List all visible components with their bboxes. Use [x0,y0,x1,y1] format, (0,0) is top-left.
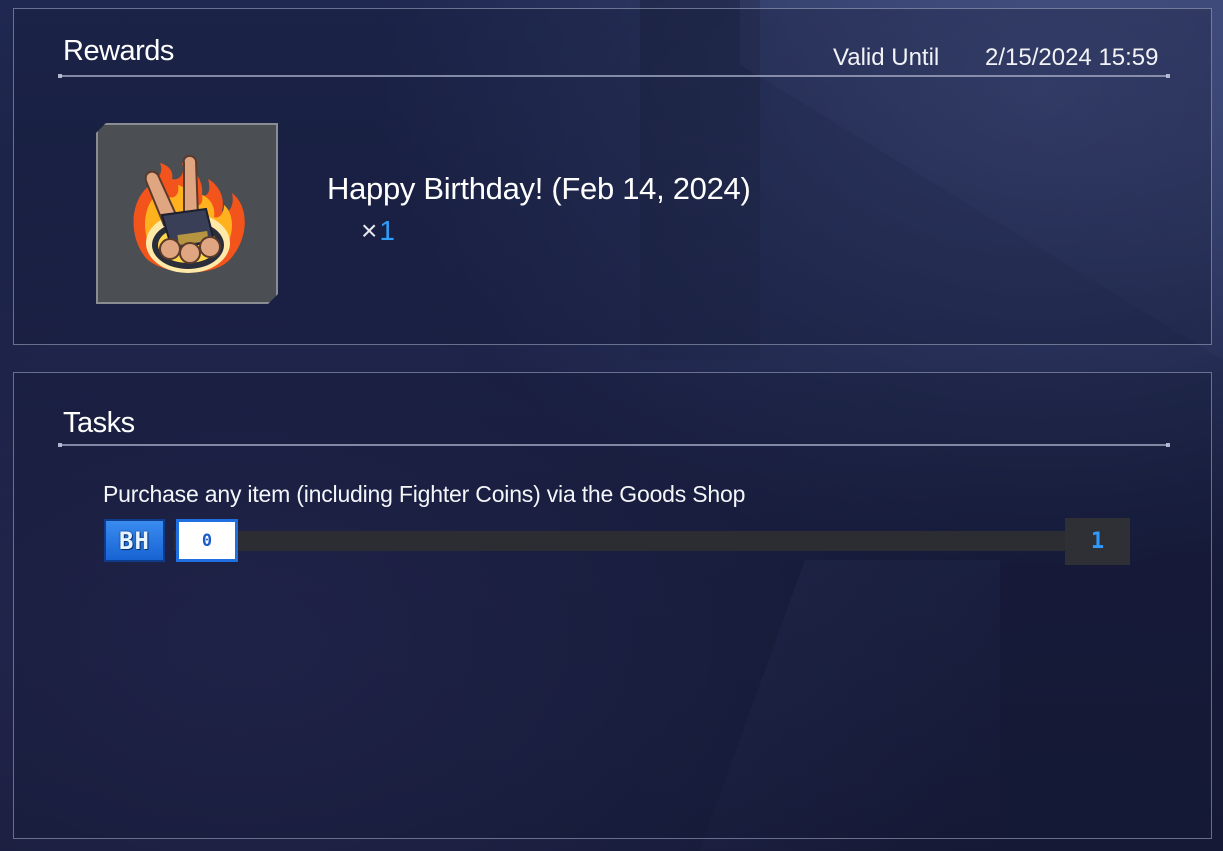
reward-item-quantity: ×1 [361,215,395,247]
peace-sign-fire-icon [120,145,254,282]
task-description: Purchase any item (including Fighter Coi… [103,481,746,507]
task-progress-bar [174,531,1094,551]
reward-item-name: Happy Birthday! (Feb 14, 2024) [327,171,751,206]
valid-until-date: 2/15/2024 15:59 [985,44,1159,71]
rewards-title: Rewards [63,35,174,67]
tasks-title: Tasks [63,407,135,439]
task-progress-current: 0 [176,519,238,562]
task-progress-target: 1 [1065,518,1130,565]
quantity-value: 1 [379,215,395,246]
reward-item-icon-frame[interactable] [96,123,278,304]
valid-until-label: Valid Until [833,44,940,71]
quantity-multiplier-symbol: × [361,215,378,246]
rewards-panel: Rewards Valid Until 2/15/2024 15:59 Happ… [13,8,1212,345]
reward-details-screen: Rewards Valid Until 2/15/2024 15:59 Happ… [0,0,1223,851]
tasks-divider [58,443,1170,447]
rewards-divider [58,74,1170,78]
rank-badge: BH [104,519,165,562]
tasks-panel: Tasks Purchase any item (including Fight… [13,372,1212,839]
